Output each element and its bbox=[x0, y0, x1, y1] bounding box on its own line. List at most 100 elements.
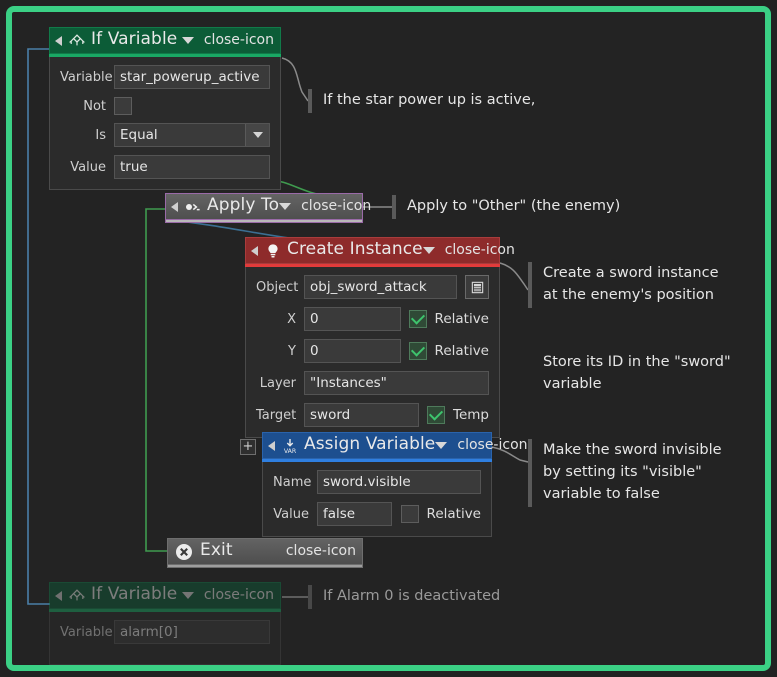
collapse-triangle-icon[interactable] bbox=[268, 440, 275, 451]
annotation-text: If Alarm 0 is deactivated bbox=[323, 588, 501, 604]
block-apply-to[interactable]: Apply To close-icon bbox=[165, 193, 371, 223]
object-input[interactable]: obj_sword_attack bbox=[304, 275, 457, 299]
field-row-target[interactable]: Target sword Temp bbox=[256, 403, 489, 427]
y-relative-checkbox[interactable] bbox=[408, 342, 427, 360]
block-header[interactable]: If Variable close-icon bbox=[49, 27, 281, 54]
chevron-down-icon[interactable] bbox=[245, 124, 269, 146]
layer-input[interactable]: "Instances" bbox=[304, 371, 489, 395]
x-input[interactable]: 0 bbox=[304, 307, 401, 331]
var-assign-icon: VAR bbox=[281, 437, 299, 455]
value-input[interactable]: false bbox=[317, 502, 392, 526]
close-icon[interactable]: close-icon bbox=[301, 199, 371, 215]
variable-input[interactable]: star_powerup_active bbox=[114, 65, 270, 89]
temp-checkbox[interactable] bbox=[427, 406, 446, 424]
block-header[interactable]: Create Instance close-icon bbox=[245, 237, 515, 264]
x-relative-checkbox[interactable] bbox=[408, 310, 427, 328]
branch-icon bbox=[68, 587, 86, 605]
close-icon[interactable]: close-icon bbox=[286, 544, 356, 560]
header-accent-underline bbox=[167, 565, 363, 568]
collapse-triangle-icon[interactable] bbox=[55, 35, 62, 46]
temp-label: Temp bbox=[453, 407, 489, 423]
object-label: Object bbox=[256, 279, 299, 295]
not-checkbox[interactable] bbox=[114, 97, 132, 115]
block-title: If Variable bbox=[91, 29, 178, 49]
y-label: Y bbox=[288, 343, 296, 359]
relative-checkbox[interactable] bbox=[400, 505, 419, 523]
field-row-value[interactable]: Value false Relative bbox=[273, 502, 481, 526]
x-label: X bbox=[287, 311, 296, 327]
block-title: If Variable bbox=[91, 584, 178, 604]
close-icon[interactable]: close-icon bbox=[204, 588, 274, 604]
is-label: Is bbox=[95, 127, 106, 143]
collapse-triangle-icon[interactable] bbox=[171, 201, 178, 212]
field-row-is[interactable]: Is Equal bbox=[60, 123, 270, 147]
value-label: Value bbox=[273, 506, 309, 522]
layer-label: Layer bbox=[259, 375, 296, 391]
collapse-triangle-icon[interactable] bbox=[251, 245, 258, 256]
field-row-value[interactable]: Value true bbox=[60, 155, 270, 179]
name-label: Name bbox=[273, 474, 312, 490]
annotation-text: If the star power up is active, bbox=[323, 92, 536, 108]
block-create-instance[interactable]: Create Instance close-icon Object obj_sw… bbox=[245, 237, 515, 438]
block-body: Name sword.visible Value false Relative bbox=[262, 462, 492, 537]
exit-circle-x-icon bbox=[175, 543, 193, 561]
value-input[interactable]: true bbox=[114, 155, 270, 179]
header-accent-underline bbox=[165, 220, 363, 223]
block-header[interactable]: Apply To close-icon bbox=[165, 193, 371, 220]
field-row-y[interactable]: Y 0 Relative bbox=[256, 339, 489, 363]
variable-input[interactable]: alarm[0] bbox=[114, 620, 270, 644]
x-relative-label: Relative bbox=[434, 311, 489, 327]
field-row-variable[interactable]: Variable alarm[0] bbox=[60, 620, 270, 644]
target-label: Target bbox=[256, 407, 297, 423]
relative-label: Relative bbox=[426, 506, 481, 522]
field-row-variable[interactable]: Variable star_powerup_active bbox=[60, 65, 270, 89]
name-input[interactable]: sword.visible bbox=[317, 470, 481, 494]
close-icon[interactable]: close-icon bbox=[445, 243, 515, 259]
field-row-x[interactable]: X 0 Relative bbox=[256, 307, 489, 331]
block-header[interactable]: If Variable close-icon bbox=[49, 582, 281, 609]
field-row-not[interactable]: Not bbox=[60, 97, 270, 115]
chevron-down-icon[interactable] bbox=[181, 592, 194, 599]
annotation-bar bbox=[308, 89, 312, 113]
annotation-text: Make the sword invisible by setting its … bbox=[543, 442, 722, 502]
add-variable-button[interactable]: + bbox=[240, 439, 256, 455]
field-row-name[interactable]: Name sword.visible bbox=[273, 470, 481, 494]
lightbulb-icon bbox=[264, 242, 282, 260]
block-header[interactable]: Exit close-icon bbox=[167, 538, 363, 565]
chevron-down-icon[interactable] bbox=[422, 247, 435, 254]
y-input[interactable]: 0 bbox=[304, 339, 401, 363]
block-assign-variable[interactable]: VAR Assign Variable close-icon Name swor… bbox=[262, 432, 528, 537]
collapse-triangle-icon[interactable] bbox=[55, 590, 62, 601]
block-exit[interactable]: Exit close-icon bbox=[167, 538, 363, 568]
annotation-note-1: If the star power up is active, bbox=[308, 89, 535, 115]
annotation-bar bbox=[528, 351, 532, 397]
list-picker-icon[interactable] bbox=[465, 275, 489, 299]
is-dropdown[interactable]: Equal bbox=[114, 123, 270, 147]
variable-label: Variable bbox=[60, 69, 113, 85]
svg-text:VAR: VAR bbox=[284, 448, 297, 455]
chevron-down-icon[interactable] bbox=[435, 442, 448, 449]
y-relative-label: Relative bbox=[434, 343, 489, 359]
annotation-bar bbox=[308, 585, 312, 609]
annotation-note-3: Create a sword instance at the enemy's p… bbox=[528, 262, 719, 310]
field-row-object[interactable]: Object obj_sword_attack bbox=[256, 275, 489, 299]
field-row-layer[interactable]: Layer "Instances" bbox=[256, 371, 489, 395]
chevron-down-icon[interactable] bbox=[181, 37, 194, 44]
value-label: Value bbox=[70, 159, 106, 175]
annotation-note-6: If Alarm 0 is deactivated bbox=[308, 585, 500, 611]
apply-to-icon bbox=[184, 198, 202, 216]
chevron-down-icon[interactable] bbox=[279, 203, 292, 210]
block-title: Apply To bbox=[207, 195, 280, 215]
block-if-variable-bottom[interactable]: If Variable close-icon Variable alarm[0] bbox=[49, 582, 281, 665]
block-body: Object obj_sword_attack X 0 Relative Y 0… bbox=[245, 267, 500, 438]
annotation-text: Create a sword instance at the enemy's p… bbox=[543, 265, 719, 303]
annotation-text: Apply to "Other" (the enemy) bbox=[407, 198, 621, 214]
target-input[interactable]: sword bbox=[304, 403, 420, 427]
block-if-variable-top[interactable]: If Variable close-icon Variable star_pow… bbox=[49, 27, 281, 190]
close-icon[interactable]: close-icon bbox=[204, 33, 274, 49]
not-label: Not bbox=[83, 98, 106, 114]
annotation-bar bbox=[528, 262, 532, 308]
close-icon[interactable]: close-icon bbox=[457, 438, 527, 454]
block-header[interactable]: VAR Assign Variable close-icon bbox=[262, 432, 528, 459]
annotation-text: Store its ID in the "sword" variable bbox=[543, 354, 731, 392]
